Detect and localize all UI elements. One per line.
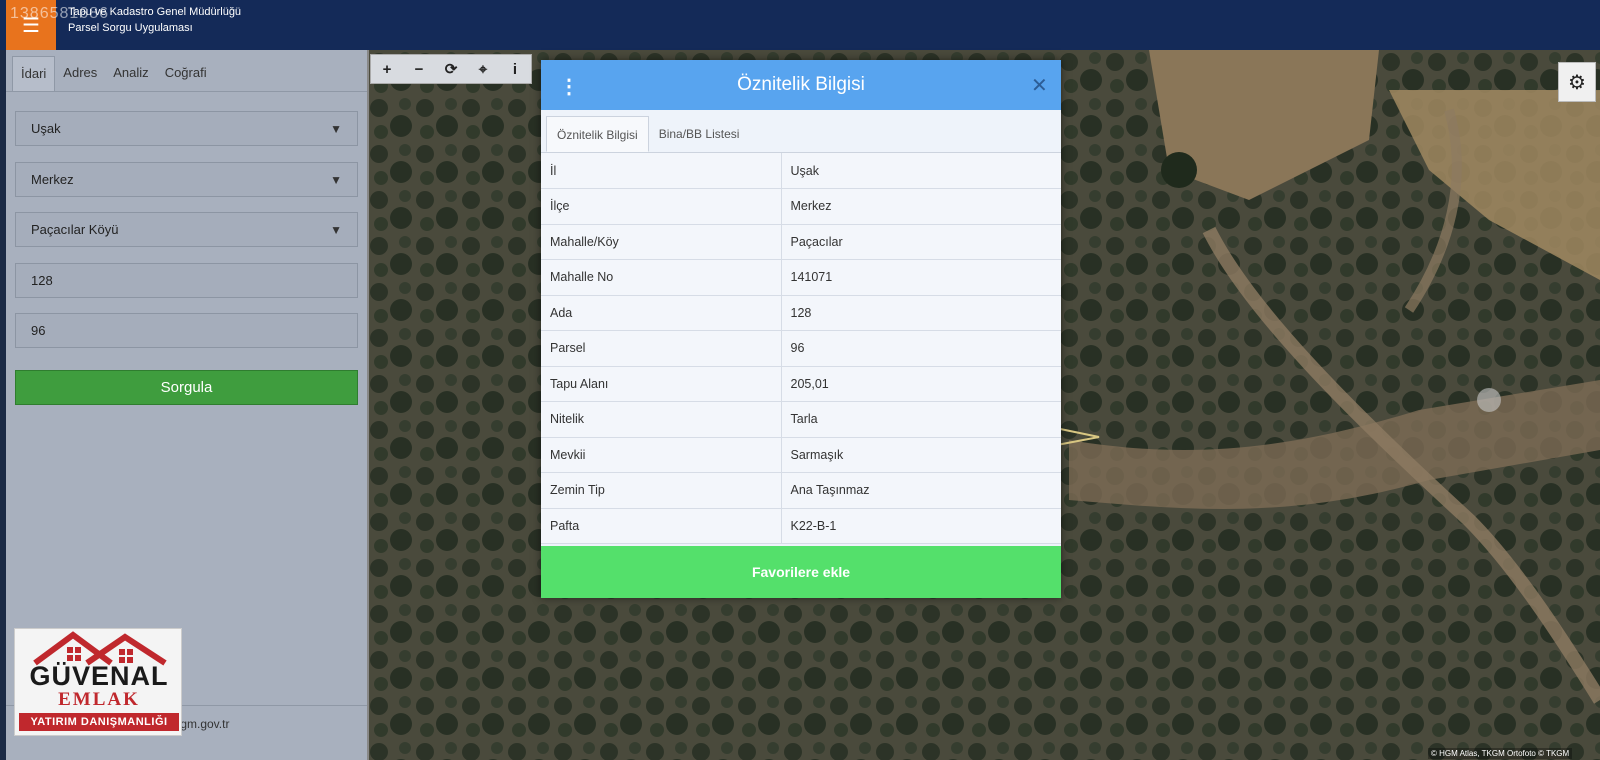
refresh-icon: ⟳ xyxy=(444,61,458,78)
neighborhood-select[interactable]: Paçacılar Köyü ▼ xyxy=(15,212,358,247)
tab-building-list[interactable]: Bina/BB Listesi xyxy=(649,116,750,152)
attribute-value: 205,01 xyxy=(781,366,1061,402)
agency-logo: GÜVENAL EMLAK YATIRIM DANIŞMANLIĞI xyxy=(14,628,182,736)
neighborhood-value: Paçacılar Köyü xyxy=(31,222,119,237)
add-to-favorites-button[interactable]: Favorilere ekle xyxy=(541,546,1061,598)
info-button[interactable]: i xyxy=(499,55,531,83)
attribute-table: İl Uşak İlçe Merkez Mahalle/Köy Paçacılar Maha… xyxy=(541,153,1061,544)
attribute-value: Merkez xyxy=(781,188,1061,225)
attribute-key: Nitelik xyxy=(541,401,782,438)
attribute-key: Zemin Tip xyxy=(541,472,782,509)
dialog-header: Öznitelik Bilgisi ⋮ ✕ xyxy=(541,60,1061,110)
district-value: Merkez xyxy=(31,172,74,187)
tab-attribute-info[interactable]: Öznitelik Bilgisi xyxy=(546,116,649,152)
parsel-input[interactable]: 96 xyxy=(15,313,358,348)
map-attribution: © HGM Atlas, TKGM Ortofoto © TKGM xyxy=(1428,748,1573,759)
info-icon: i xyxy=(512,60,518,78)
app-root: ☰ 1386581686 Tapu ve Kadastro Genel Müdü… xyxy=(0,0,1600,760)
table-row: İlçe Merkez xyxy=(541,188,1061,225)
chevron-down-icon: ▼ xyxy=(330,121,342,136)
parsel-value: 96 xyxy=(31,323,46,338)
tab-cografi[interactable]: Coğrafi xyxy=(157,56,215,91)
refresh-button[interactable]: ⟳ xyxy=(435,55,467,83)
sidebar-tabs: İdari Adres Analiz Coğrafi xyxy=(6,50,367,92)
province-value: Uşak xyxy=(31,121,61,136)
zoom-out-button[interactable]: − xyxy=(403,55,435,83)
map-settings-button[interactable]: ⚙ xyxy=(1558,62,1596,102)
dialog-tabs: Öznitelik Bilgisi Bina/BB Listesi xyxy=(541,110,1061,153)
close-icon[interactable]: ✕ xyxy=(1031,73,1048,98)
attribute-value: Tarla xyxy=(781,401,1061,438)
attribute-value: 141071 xyxy=(781,259,1061,296)
table-row: Nitelik Tarla xyxy=(541,401,1061,438)
dialog-title: Öznitelik Bilgisi xyxy=(737,74,865,95)
kebab-menu-icon[interactable]: ⋮ xyxy=(559,74,579,99)
top-bar: ☰ 1386581686 Tapu ve Kadastro Genel Müdü… xyxy=(0,0,1600,50)
attribute-dialog: Öznitelik Bilgisi ⋮ ✕ Öznitelik Bilgisi … xyxy=(541,60,1061,598)
attribute-key: İl xyxy=(541,153,782,189)
logo-emlak: EMLAK xyxy=(58,689,140,710)
attribute-key: Mevkii xyxy=(541,437,782,473)
province-select[interactable]: Uşak ▼ xyxy=(15,111,358,146)
table-row: Mahalle/Köy Paçacılar xyxy=(541,224,1061,260)
attribute-key: Tapu Alanı xyxy=(541,366,782,402)
chevron-down-icon: ▼ xyxy=(330,222,342,237)
minus-icon: − xyxy=(414,60,424,78)
attribute-value: Ana Taşınmaz xyxy=(781,472,1061,509)
zoom-in-button[interactable]: + xyxy=(371,55,403,83)
attribute-value: Uşak xyxy=(781,153,1061,189)
table-row: Mevkii Sarmaşık xyxy=(541,437,1061,473)
table-row: İl Uşak xyxy=(541,153,1061,189)
attribute-value: Paçacılar xyxy=(781,224,1061,260)
table-row: Tapu Alanı 205,01 xyxy=(541,366,1061,402)
ada-input[interactable]: 128 xyxy=(15,263,358,298)
plus-icon: + xyxy=(382,60,392,78)
app-title-line1: Tapu ve Kadastro Genel Müdürlüğü xyxy=(68,6,242,18)
table-row: Mahalle No 141071 xyxy=(541,259,1061,296)
locate-button[interactable]: ⌖ xyxy=(467,55,499,83)
gear-icon: ⚙ xyxy=(1568,71,1586,94)
app-title: Tapu ve Kadastro Genel Müdürlüğü Parsel … xyxy=(68,4,241,36)
map-toolbar: + − ⟳ ⌖ i xyxy=(370,54,532,84)
logo-tagline: YATIRIM DANIŞMANLIĞI xyxy=(19,713,179,731)
app-title-line2: Parsel Sorgu Uygulaması xyxy=(68,22,193,34)
attribute-key: Ada xyxy=(541,295,782,331)
attribute-key: Parsel xyxy=(541,330,782,367)
table-row: Parsel 96 xyxy=(541,330,1061,367)
attribute-key: Mahalle No xyxy=(541,259,782,296)
attribute-key: İlçe xyxy=(541,188,782,225)
chevron-down-icon: ▼ xyxy=(330,172,342,187)
locate-icon: ⌖ xyxy=(478,60,488,78)
attribute-value: K22-B-1 xyxy=(781,508,1061,544)
attribute-value: Sarmaşık xyxy=(781,437,1061,473)
attribute-value: 96 xyxy=(781,330,1061,367)
table-row: Pafta K22-B-1 xyxy=(541,508,1061,544)
tab-adres[interactable]: Adres xyxy=(55,56,105,91)
query-button[interactable]: Sorgula xyxy=(15,370,358,405)
table-row: Zemin Tip Ana Taşınmaz xyxy=(541,472,1061,509)
tab-idari[interactable]: İdari xyxy=(12,56,56,91)
table-row: Ada 128 xyxy=(541,295,1061,331)
attribute-key: Mahalle/Köy xyxy=(541,224,782,260)
ada-value: 128 xyxy=(31,273,53,288)
attribute-key: Pafta xyxy=(541,508,782,544)
tab-analiz[interactable]: Analiz xyxy=(105,56,156,91)
attribute-value: 128 xyxy=(781,295,1061,331)
logo-name: GÜVENAL xyxy=(29,661,169,691)
district-select[interactable]: Merkez ▼ xyxy=(15,162,358,197)
